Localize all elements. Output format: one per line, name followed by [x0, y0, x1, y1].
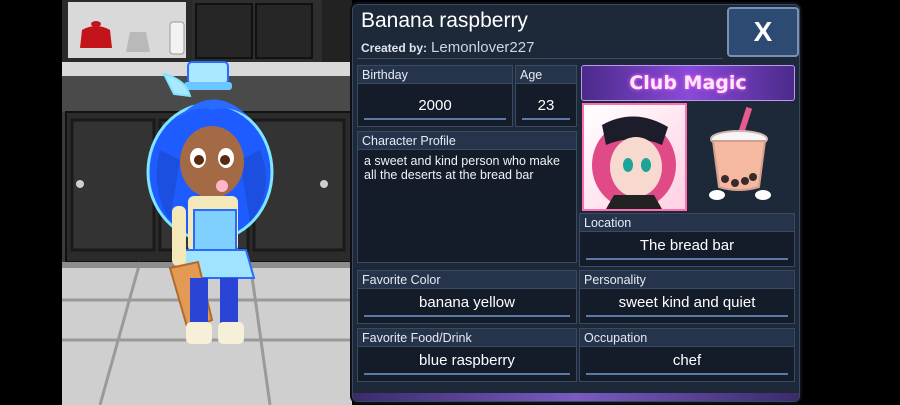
location-field[interactable]: Location The bread bar [579, 213, 795, 267]
panel-footer-bar [353, 393, 799, 401]
age-field[interactable]: Age 23 [515, 65, 577, 127]
occupation-value: chef [586, 349, 788, 375]
location-label: Location [580, 214, 794, 232]
birthday-value: 2000 [364, 94, 506, 120]
character-profile-field[interactable]: Character Profile a sweet and kind perso… [357, 131, 577, 263]
personality-field[interactable]: Personality sweet kind and quiet [579, 270, 795, 324]
header-divider [357, 58, 723, 59]
created-by: Created by: Lemonlover227 [361, 39, 534, 56]
close-button[interactable]: X [727, 7, 799, 57]
favorite-food-value: blue raspberry [364, 349, 570, 375]
personality-label: Personality [580, 271, 794, 289]
age-label: Age [516, 66, 576, 84]
occupation-field[interactable]: Occupation chef [579, 328, 795, 382]
occupation-label: Occupation [580, 329, 794, 347]
character-portrait-image[interactable] [582, 103, 687, 211]
favorite-color-label: Favorite Color [358, 271, 576, 289]
location-value: The bread bar [586, 234, 788, 260]
character-profile-text: a sweet and kind person who make all the… [364, 154, 560, 182]
game-scene: Banana raspberry Created by: Lemonlover22… [0, 0, 900, 405]
character-profile-panel: Banana raspberry Created by: Lemonlover22… [352, 4, 800, 402]
club-name: Club Magic [629, 72, 747, 94]
club-banner[interactable]: Club Magic [581, 65, 795, 101]
boba-tea-icon [709, 106, 771, 200]
created-by-label: Created by: [361, 41, 428, 55]
personality-value: sweet kind and quiet [586, 291, 788, 317]
character-name: Banana raspberry [361, 9, 528, 32]
creator-name: Lemonlover227 [431, 39, 535, 56]
character-profile-label: Character Profile [358, 132, 576, 150]
age-value: 23 [522, 94, 570, 120]
favorite-color-field[interactable]: Favorite Color banana yellow [357, 270, 577, 324]
favorite-food-field[interactable]: Favorite Food/Drink blue raspberry [357, 328, 577, 382]
close-icon: X [753, 16, 773, 47]
favorite-color-value: banana yellow [364, 291, 570, 317]
favorite-food-label: Favorite Food/Drink [358, 329, 576, 347]
birthday-field[interactable]: Birthday 2000 [357, 65, 513, 127]
birthday-label: Birthday [358, 66, 512, 84]
